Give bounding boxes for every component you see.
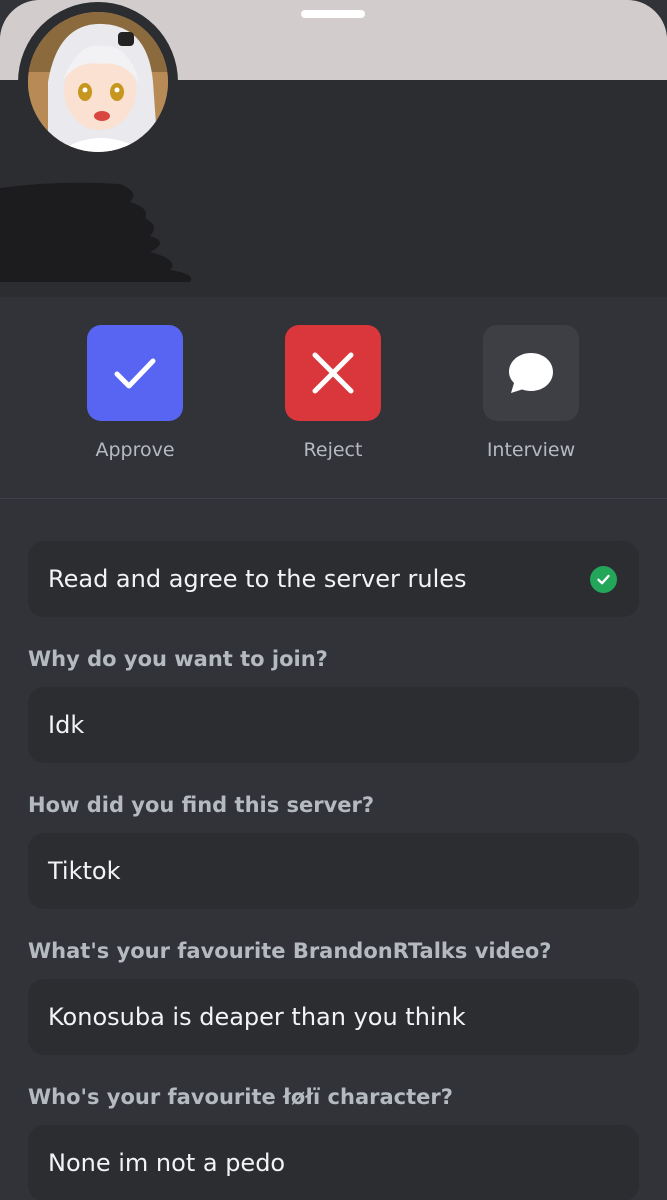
reject-label: Reject: [303, 439, 363, 461]
avatar-image: [28, 12, 168, 152]
reject-button[interactable]: [285, 325, 381, 421]
question-label: Why do you want to join?: [28, 647, 328, 671]
answer-field: Tiktok: [28, 833, 639, 909]
approve-action: Approve: [70, 325, 200, 475]
interview-label: Interview: [486, 439, 576, 461]
rules-text: Read and agree to the server rules: [48, 565, 467, 593]
application-form: Read and agree to the server rules Why d…: [28, 541, 639, 1200]
application-review-sheet: Approve Reject Interview Read and agree …: [0, 0, 667, 1200]
approve-label: Approve: [95, 439, 175, 461]
interview-action: Interview: [466, 325, 596, 475]
interview-button[interactable]: [483, 325, 579, 421]
answer-field: Konosuba is deaper than you think: [28, 979, 639, 1055]
answer-field: None im not a pedo: [28, 1125, 639, 1200]
checkmark-icon: [114, 358, 156, 389]
question-label: Who's your favourite łøłï character?: [28, 1085, 453, 1109]
close-icon: [312, 352, 354, 394]
chat-bubble-icon: [509, 353, 553, 393]
question-label: How did you find this server?: [28, 793, 375, 817]
check-circle-icon: [590, 566, 617, 593]
redacted-username: [0, 182, 192, 282]
drag-handle[interactable]: [301, 10, 365, 18]
question-label: What's your favourite BrandonRTalks vide…: [28, 939, 552, 963]
approve-button[interactable]: [87, 325, 183, 421]
reject-action: Reject: [268, 325, 398, 475]
rules-agreement: Read and agree to the server rules: [28, 541, 639, 617]
review-actions: Approve Reject Interview: [0, 297, 667, 499]
answer-field: Idk: [28, 687, 639, 763]
application-content: Approve Reject Interview Read and agree …: [0, 297, 667, 1200]
avatar[interactable]: [18, 2, 178, 162]
